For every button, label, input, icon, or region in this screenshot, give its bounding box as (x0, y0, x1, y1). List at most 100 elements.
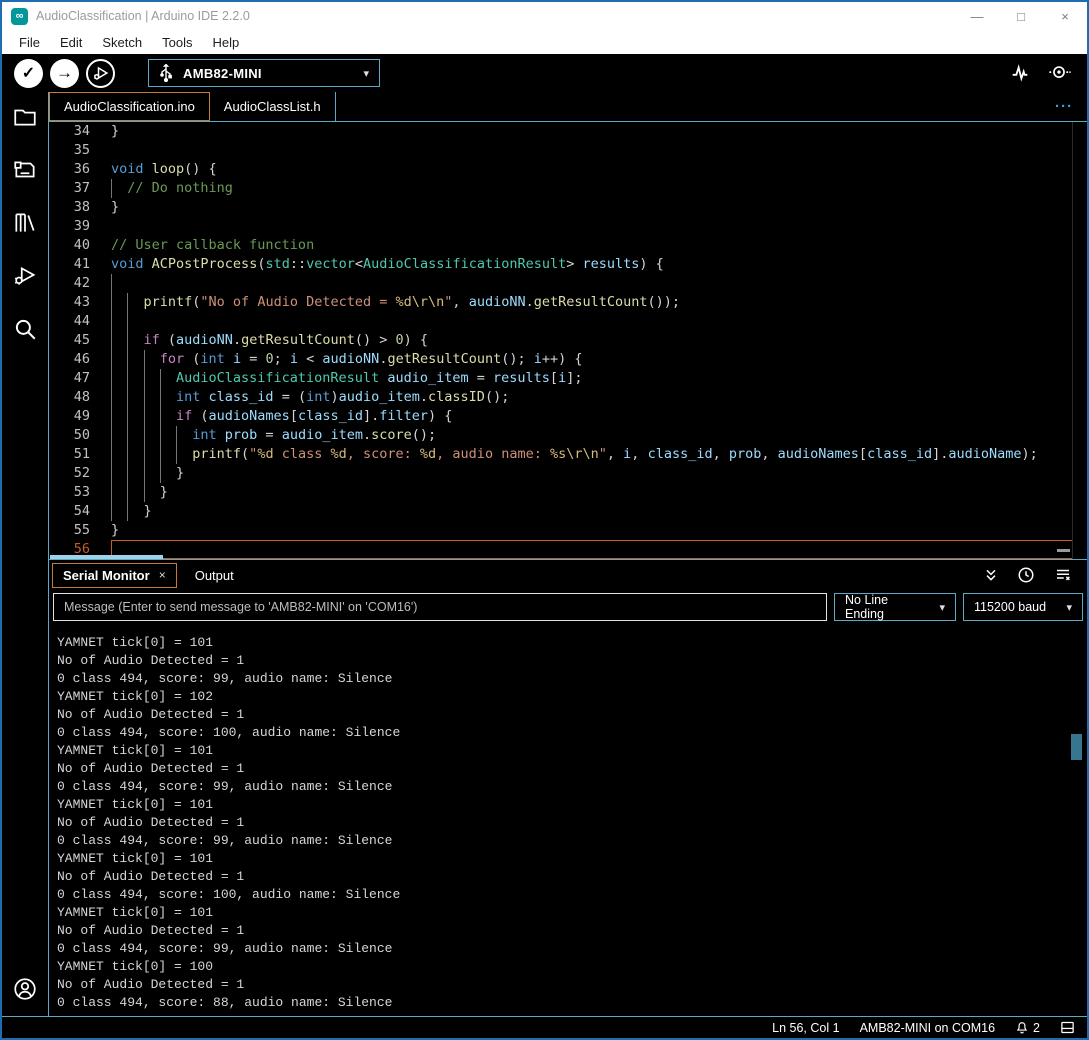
close-icon[interactable]: × (159, 568, 166, 582)
line-text: int prob = audio_item.score(); (111, 426, 1087, 445)
tab-serial-monitor[interactable]: Serial Monitor × (52, 563, 177, 588)
editor-horizontal-scrollbar[interactable] (50, 555, 163, 559)
code-lines: 34}3536void loop() {37// Do nothing38}39… (49, 122, 1087, 559)
code-line-51[interactable]: 51printf("%d class %d, score: %d, audio … (49, 445, 1087, 464)
code-editor[interactable]: 34}3536void loop() {37// Do nothing38}39… (49, 122, 1087, 559)
line-number: 52 (49, 464, 111, 483)
line-ending-select[interactable]: No Line Ending ▾ (834, 593, 956, 621)
line-number: 42 (49, 274, 111, 293)
bell-icon (1015, 1021, 1029, 1035)
tab-label: Serial Monitor (63, 568, 150, 583)
serial-monitor-button[interactable] (1047, 62, 1071, 84)
line-text (111, 540, 1073, 559)
serial-input-row: No Line Ending ▾ 115200 baud ▾ (49, 590, 1087, 624)
toggle-panel-button[interactable] (1060, 1020, 1075, 1035)
menu-item-sketch[interactable]: Sketch (93, 33, 151, 52)
code-line-45[interactable]: 45if (audioNN.getResultCount() > 0) { (49, 331, 1087, 350)
serial-output-line: No of Audio Detected = 1 (57, 976, 1087, 994)
verify-button[interactable]: ✓ (14, 59, 43, 88)
cursor-position[interactable]: Ln 56, Col 1 (772, 1021, 839, 1035)
code-line-40[interactable]: 40// User callback function (49, 236, 1087, 255)
code-line-52[interactable]: 52} (49, 464, 1087, 483)
code-line-35[interactable]: 35 (49, 141, 1087, 160)
search-icon (12, 316, 38, 342)
line-number: 47 (49, 369, 111, 388)
code-line-41[interactable]: 41void ACPostProcess(std::vector<AudioCl… (49, 255, 1087, 274)
line-text (111, 141, 1087, 160)
line-number: 51 (49, 445, 111, 464)
baud-rate-select[interactable]: 115200 baud ▾ (963, 593, 1083, 621)
upload-button[interactable]: → (50, 59, 79, 88)
code-line-36[interactable]: 36void loop() { (49, 160, 1087, 179)
line-number: 41 (49, 255, 111, 274)
menu-item-tools[interactable]: Tools (153, 33, 201, 52)
code-line-49[interactable]: 49if (audioNames[class_id].filter) { (49, 407, 1087, 426)
clear-output-button[interactable] (1053, 566, 1073, 584)
notification-count: 2 (1033, 1021, 1040, 1035)
serial-output-line: 0 class 494, score: 99, audio name: Sile… (57, 778, 1087, 796)
minimize-button[interactable]: — (955, 2, 999, 30)
code-line-48[interactable]: 48int class_id = (int)audio_item.classID… (49, 388, 1087, 407)
serial-output-line: No of Audio Detected = 1 (57, 922, 1087, 940)
menu-item-file[interactable]: File (10, 33, 49, 52)
debug-icon (91, 63, 111, 83)
app-window: ∞ AudioClassification | Arduino IDE 2.2.… (0, 0, 1089, 1040)
line-text: printf("%d class %d, score: %d, audio na… (111, 445, 1087, 464)
line-number: 35 (49, 141, 111, 160)
code-line-44[interactable]: 44 (49, 312, 1087, 331)
maximize-button[interactable]: □ (999, 2, 1043, 30)
code-line-34[interactable]: 34} (49, 122, 1087, 141)
sidebar-item-library-manager[interactable] (12, 210, 38, 236)
tab-audioclassification-ino[interactable]: AudioClassification.ino (49, 92, 210, 121)
sidebar-item-search[interactable] (12, 316, 38, 342)
serial-plotter-button[interactable] (1009, 62, 1031, 84)
debug-button[interactable] (86, 59, 115, 88)
line-text: } (111, 464, 1087, 483)
sidebar-item-sketchbook[interactable] (12, 104, 38, 130)
serial-output-line: YAMNET tick[0] = 101 (57, 742, 1087, 760)
code-line-46[interactable]: 46for (int i = 0; i < audioNN.getResultC… (49, 350, 1087, 369)
code-line-50[interactable]: 50int prob = audio_item.score(); (49, 426, 1087, 445)
code-line-38[interactable]: 38} (49, 198, 1087, 217)
serial-output-line: YAMNET tick[0] = 101 (57, 796, 1087, 814)
code-line-39[interactable]: 39 (49, 217, 1087, 236)
code-line-47[interactable]: 47AudioClassificationResult audio_item =… (49, 369, 1087, 388)
board-selector[interactable]: AMB82-MINI ▾ (148, 59, 380, 87)
line-text: int class_id = (int)audio_item.classID()… (111, 388, 1087, 407)
serial-scrollbar[interactable] (1071, 734, 1082, 760)
menu-item-help[interactable]: Help (203, 33, 248, 52)
serial-output: YAMNET tick[0] = 101No of Audio Detected… (49, 624, 1087, 1016)
code-line-53[interactable]: 53} (49, 483, 1087, 502)
books-icon (12, 210, 38, 236)
code-line-56[interactable]: 56 (49, 540, 1087, 559)
line-number: 36 (49, 160, 111, 179)
timestamp-toggle-button[interactable] (1017, 566, 1035, 584)
board-port-status[interactable]: AMB82-MINI on COM16 (860, 1021, 995, 1035)
chevron-down-icon: ▾ (363, 67, 369, 80)
clear-output-icon (1053, 566, 1073, 584)
tab-output[interactable]: Output (185, 564, 244, 587)
tab-audioclasslist-h[interactable]: AudioClassList.h (210, 92, 336, 121)
code-line-37[interactable]: 37// Do nothing (49, 179, 1087, 198)
chevron-down-icon: ▾ (1066, 601, 1072, 614)
sidebar-item-boards-manager[interactable] (12, 157, 38, 183)
panel-layout-icon (1060, 1020, 1075, 1035)
code-line-42[interactable]: 42 (49, 274, 1087, 293)
close-button[interactable]: × (1043, 2, 1087, 30)
sidebar-item-debug[interactable] (12, 263, 38, 289)
menu-item-edit[interactable]: Edit (51, 33, 91, 52)
line-text: AudioClassificationResult audio_item = r… (111, 369, 1087, 388)
serial-message-input[interactable] (53, 593, 827, 621)
more-actions-button[interactable]: ··· (1055, 92, 1087, 121)
code-line-54[interactable]: 54} (49, 502, 1087, 521)
code-line-43[interactable]: 43printf("No of Audio Detected = %d\r\n"… (49, 293, 1087, 312)
serial-output-line: No of Audio Detected = 1 (57, 760, 1087, 778)
line-number: 39 (49, 217, 111, 236)
notifications-button[interactable]: 2 (1015, 1021, 1040, 1035)
collapse-panel-button[interactable] (983, 567, 999, 583)
line-text: void loop() { (111, 160, 1087, 179)
code-line-55[interactable]: 55} (49, 521, 1087, 540)
line-text: } (111, 502, 1087, 521)
account-button[interactable] (12, 976, 38, 1002)
tab-label: Output (195, 568, 234, 583)
